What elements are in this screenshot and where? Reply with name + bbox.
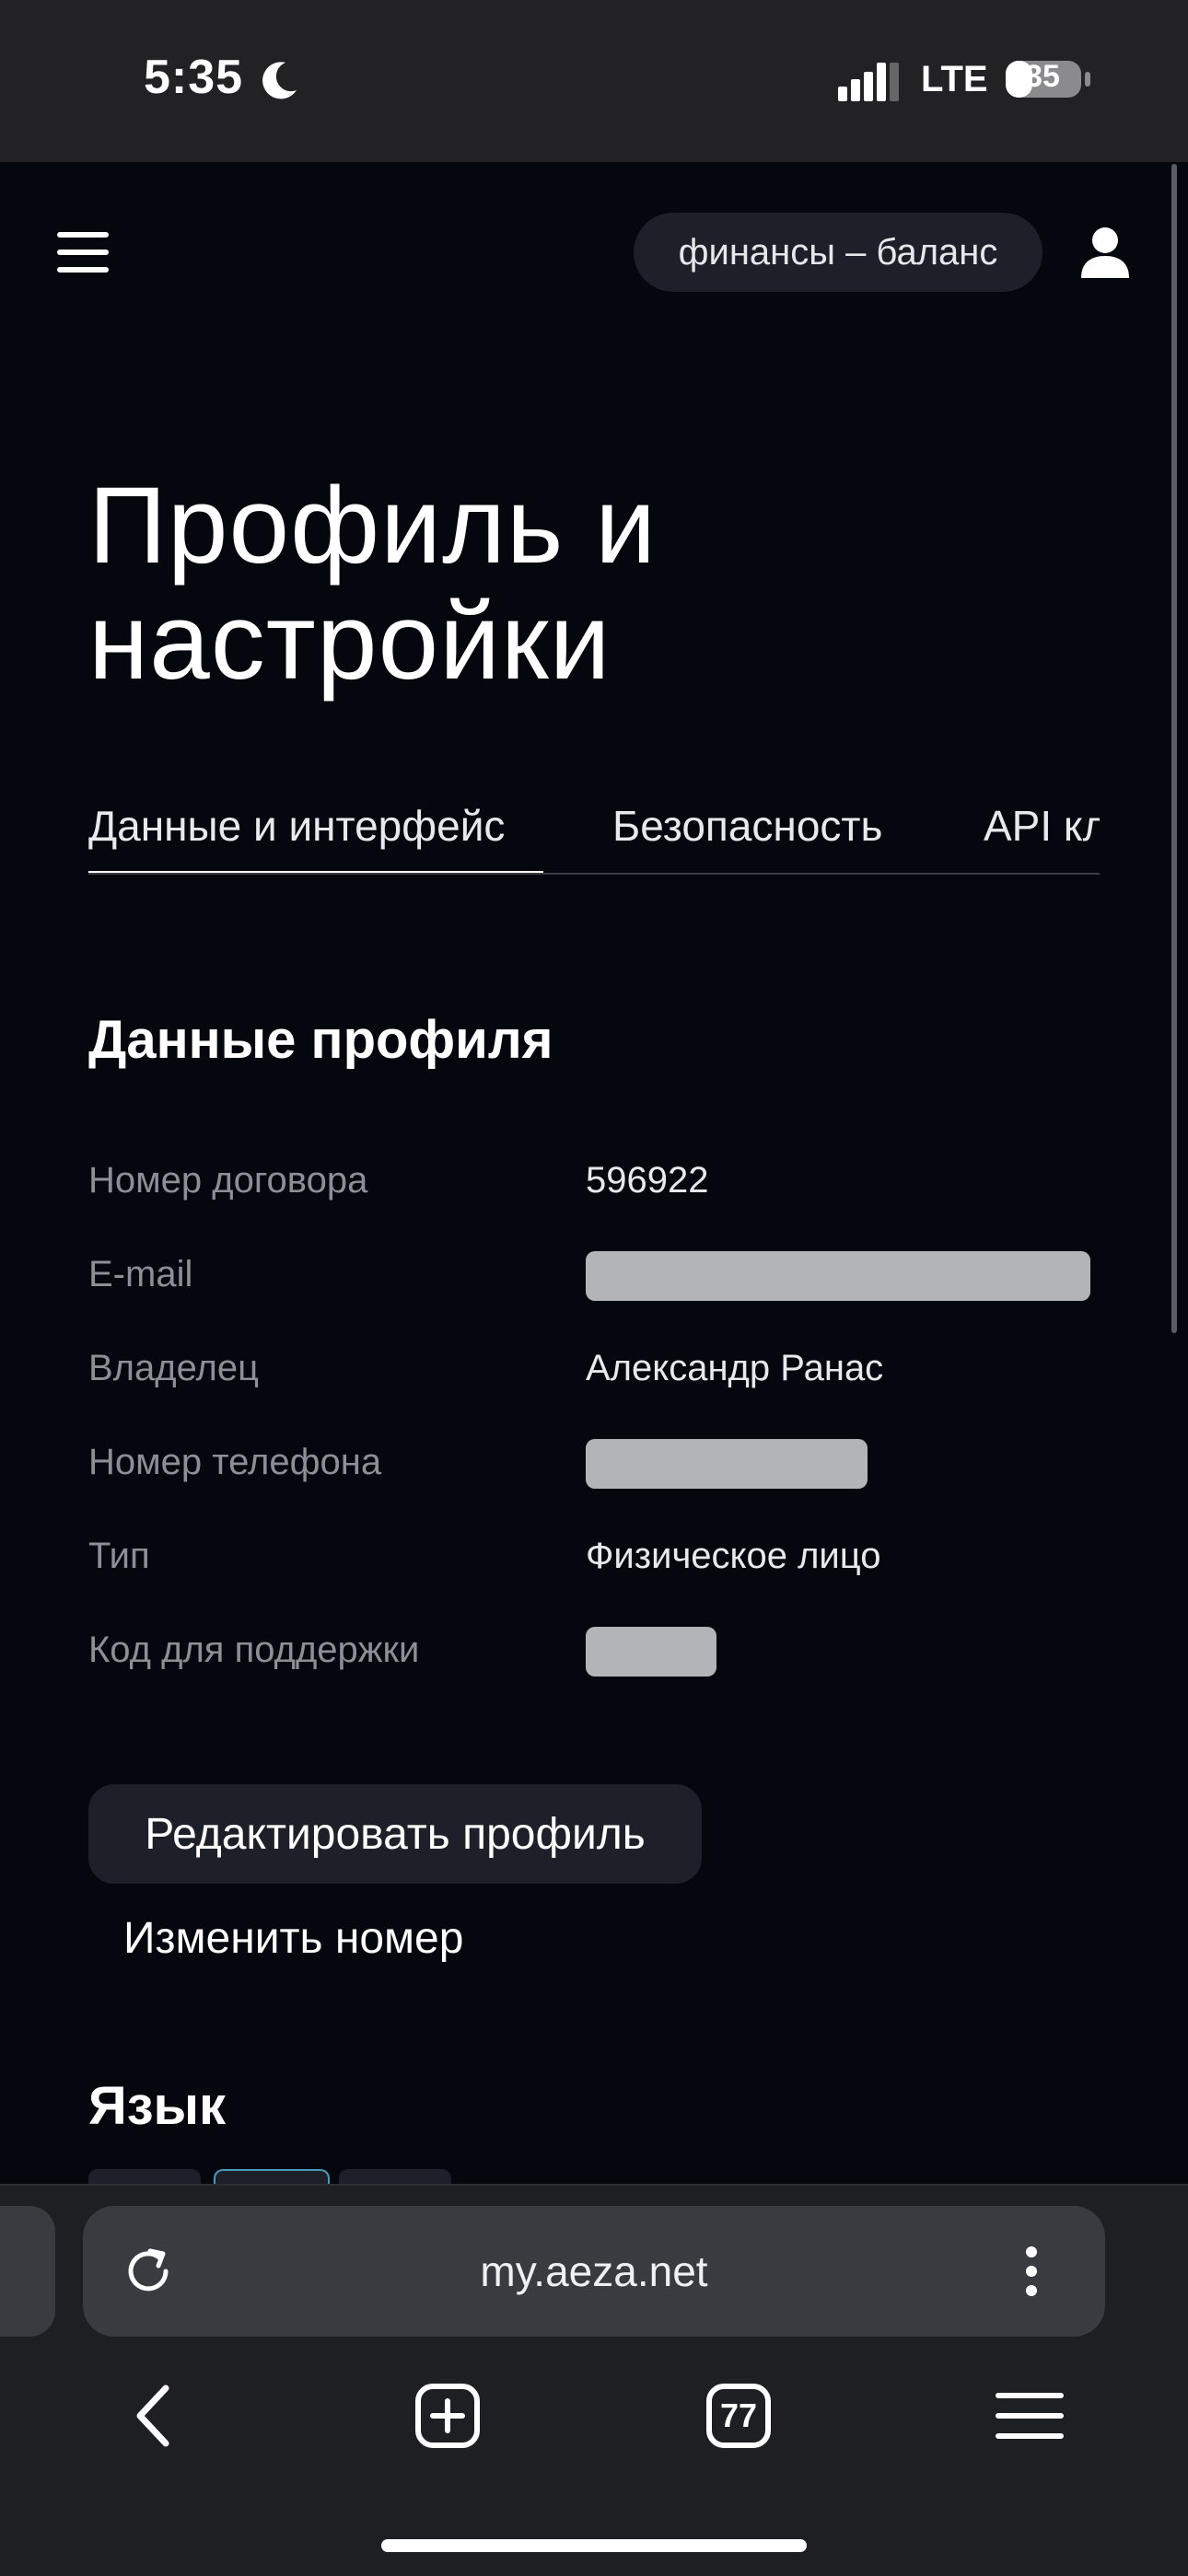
support-code-label: Код для поддержки	[88, 1630, 420, 1670]
new-tab-icon[interactable]	[411, 2379, 484, 2453]
tab-api-keys[interactable]: API кл	[984, 801, 1100, 851]
scrollbar[interactable]	[1171, 164, 1177, 1333]
support-code-redacted	[586, 1627, 716, 1677]
contract-number-value: 596922	[586, 1160, 709, 1201]
address-bar[interactable]: my.aeza.net	[83, 2206, 1105, 2337]
url-text[interactable]: my.aeza.net	[83, 2206, 1105, 2337]
section-title-profile: Данные профиля	[88, 1010, 553, 1070]
menu-icon[interactable]	[993, 2379, 1066, 2453]
tabs: Данные и интерфейс Безопасность API кл	[88, 792, 1100, 875]
type-label: Тип	[88, 1536, 150, 1576]
phone-label: Номер телефона	[88, 1442, 382, 1482]
tab-security[interactable]: Безопасность	[612, 801, 882, 851]
home-indicator[interactable]	[381, 2539, 807, 2552]
network-type: LTE	[921, 59, 988, 99]
page-title: Профиль и настройки	[88, 465, 658, 702]
edit-profile-button[interactable]: Редактировать профиль	[88, 1784, 702, 1884]
more-vertical-icon[interactable]	[1022, 2243, 1041, 2300]
section-title-language: Язык	[88, 2076, 227, 2136]
user-icon[interactable]	[1077, 225, 1133, 280]
previous-tab-preview[interactable]	[0, 2206, 55, 2337]
owner-label: Владелец	[88, 1348, 260, 1388]
back-icon[interactable]	[120, 2379, 193, 2453]
signal-icon	[838, 63, 899, 101]
owner-value: Александр Ранас	[586, 1348, 884, 1388]
finance-balance-button[interactable]: финансы – баланс	[634, 213, 1042, 292]
email-label: E-mail	[88, 1254, 193, 1294]
status-time: 5:35	[144, 51, 244, 104]
tabs-icon[interactable]: 77	[702, 2379, 775, 2453]
battery-icon: 35	[1004, 57, 1092, 101]
tab-count: 77	[719, 2396, 758, 2434]
moon-icon	[262, 62, 297, 99]
change-phone-link[interactable]: Изменить номер	[123, 1913, 463, 1964]
battery-level: 35	[1025, 59, 1060, 94]
active-tab-indicator	[88, 871, 543, 873]
email-redacted	[586, 1251, 1090, 1301]
tab-data-interface[interactable]: Данные и интерфейс	[88, 801, 505, 851]
type-value: Физическое лицо	[586, 1536, 881, 1576]
hamburger-menu-icon[interactable]	[57, 232, 109, 273]
contract-number-label: Номер договора	[88, 1160, 368, 1201]
phone-redacted	[586, 1439, 868, 1489]
